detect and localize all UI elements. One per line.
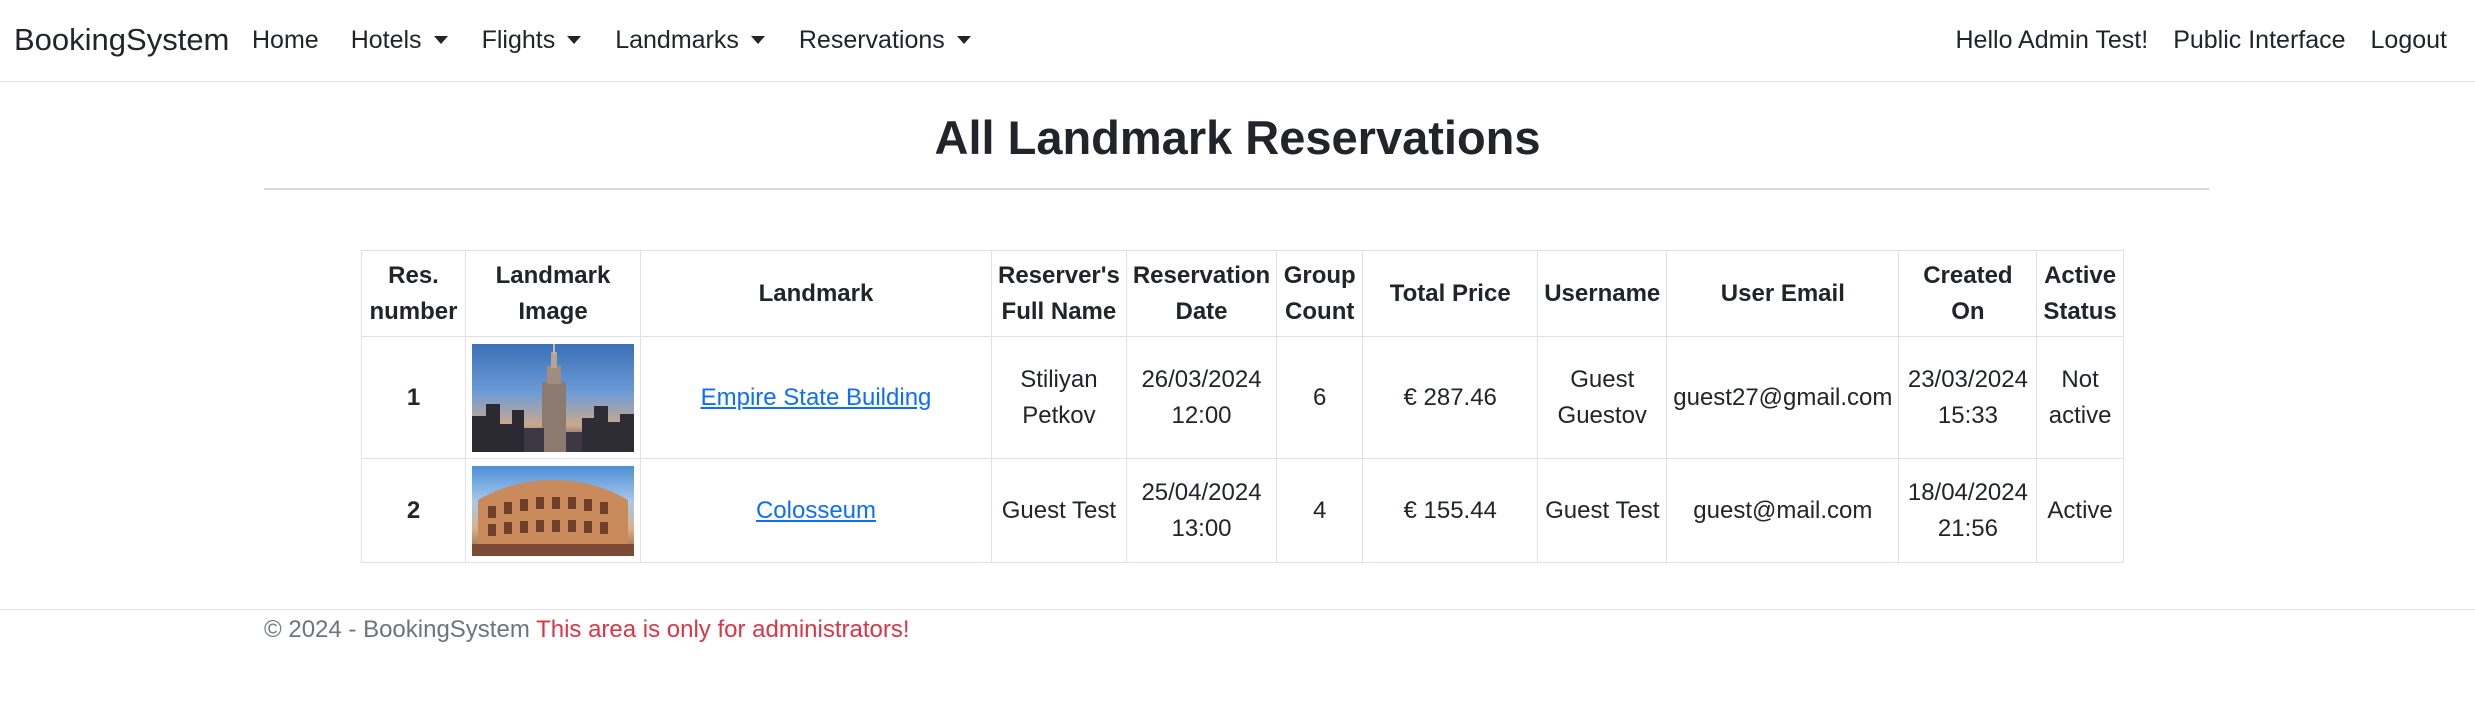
empire-state-building-photo: [472, 343, 634, 452]
nav-landmarks-dropdown[interactable]: Landmarks: [615, 20, 765, 60]
nav-flights-dropdown[interactable]: Flights: [482, 20, 582, 60]
colosseum-photo: [472, 479, 634, 556]
cell-user-email: guest@mail.com: [1666, 458, 1900, 563]
cell-res-number: 2: [361, 458, 466, 563]
nav-reservations-label: Reservations: [798, 26, 945, 54]
nav-landmarks-label: Landmarks: [615, 26, 739, 54]
brand-link[interactable]: BookingSystem: [14, 20, 229, 60]
footer-admin-notice: This area is only for administrators!: [536, 616, 910, 643]
colosseum-image: [472, 465, 634, 556]
page-title: All Landmark Reservations: [934, 111, 1541, 164]
landmark-link[interactable]: Colosseum: [756, 497, 876, 524]
cell-username: Guest Test: [1537, 458, 1668, 563]
cell-reservation-date: 25/04/2024 13:00: [1125, 458, 1278, 563]
public-interface-link[interactable]: Public Interface: [2173, 20, 2345, 60]
cell-created-on: 18/04/2024 21:56: [1898, 458, 2038, 563]
footer-copyright: © 2024 - BookingSystem: [264, 616, 530, 643]
cell-total-price: € 155.44: [1362, 458, 1539, 563]
table-row: 1 Empire State Building Stiliyan Petkov …: [361, 336, 2124, 459]
caret-down-icon: [956, 36, 971, 44]
cell-group-count: 4: [1276, 458, 1364, 563]
header-landmark-image: Landmark Image: [465, 250, 641, 337]
cell-landmark-image: [465, 458, 641, 563]
cell-user-email: guest27@gmail.com: [1666, 336, 1900, 459]
cell-full-name: Stiliyan Petkov: [991, 336, 1127, 459]
header-created-on: Created On: [1898, 250, 2038, 337]
user-greeting-link[interactable]: Hello Admin Test!: [1956, 20, 2149, 60]
header-landmark: Landmark: [640, 250, 992, 337]
header-active-status: Active Status: [2036, 250, 2124, 337]
user-nav: Hello Admin Test! Public Interface Logou…: [1931, 20, 2448, 60]
header-full-name: Reserver's Full Name: [991, 250, 1127, 337]
caret-down-icon: [433, 36, 448, 44]
cell-active-status: Active: [2036, 458, 2124, 563]
table-header-row: Res. number Landmark Image Landmark Rese…: [361, 250, 2124, 337]
cell-group-count: 6: [1276, 336, 1364, 459]
nav-hotels-label: Hotels: [350, 26, 422, 54]
cell-total-price: € 287.46: [1362, 336, 1539, 459]
reservations-table: Res. number Landmark Image Landmark Rese…: [361, 250, 2124, 563]
header-user-email: User Email: [1666, 250, 1900, 337]
title-divider: [264, 188, 2209, 190]
empire-state-building-image: [472, 343, 634, 452]
header-group-count: Group Count: [1276, 250, 1364, 337]
cell-landmark: Empire State Building: [640, 336, 992, 459]
cell-created-on: 23/03/2024 15:33: [1898, 336, 2038, 459]
footer-divider: [0, 609, 2475, 610]
cell-username: Guest Guestov: [1537, 336, 1668, 459]
header-reservation-date: Reservation Date: [1125, 250, 1278, 337]
main-nav: Home Hotels Flights Landmarks Reservatio…: [252, 20, 1005, 60]
nav-hotels-dropdown[interactable]: Hotels: [351, 20, 448, 60]
page-footer: © 2024 - BookingSystem This area is only…: [264, 614, 910, 646]
header-total-price: Total Price: [1362, 250, 1539, 337]
cell-landmark: Colosseum: [640, 458, 992, 563]
cell-landmark-image: [465, 336, 641, 459]
cell-active-status: Not active: [2036, 336, 2124, 459]
table-row: 2 Colosseum Guest Test 25/04/2024 13:00 …: [361, 458, 2124, 563]
cell-res-number: 1: [361, 336, 466, 459]
top-navbar: BookingSystem Home Hotels Flights Landma…: [0, 0, 2475, 82]
cell-reservation-date: 26/03/2024 12:00: [1125, 336, 1278, 459]
nav-home[interactable]: Home: [252, 20, 319, 60]
landmark-link[interactable]: Empire State Building: [701, 384, 932, 411]
header-res-number: Res. number: [361, 250, 466, 337]
logout-link[interactable]: Logout: [2371, 20, 2447, 60]
nav-flights-label: Flights: [481, 26, 556, 54]
header-username: Username: [1537, 250, 1668, 337]
caret-down-icon: [750, 36, 765, 44]
caret-down-icon: [567, 36, 582, 44]
nav-reservations-dropdown[interactable]: Reservations: [799, 20, 971, 60]
cell-full-name: Guest Test: [991, 458, 1127, 563]
